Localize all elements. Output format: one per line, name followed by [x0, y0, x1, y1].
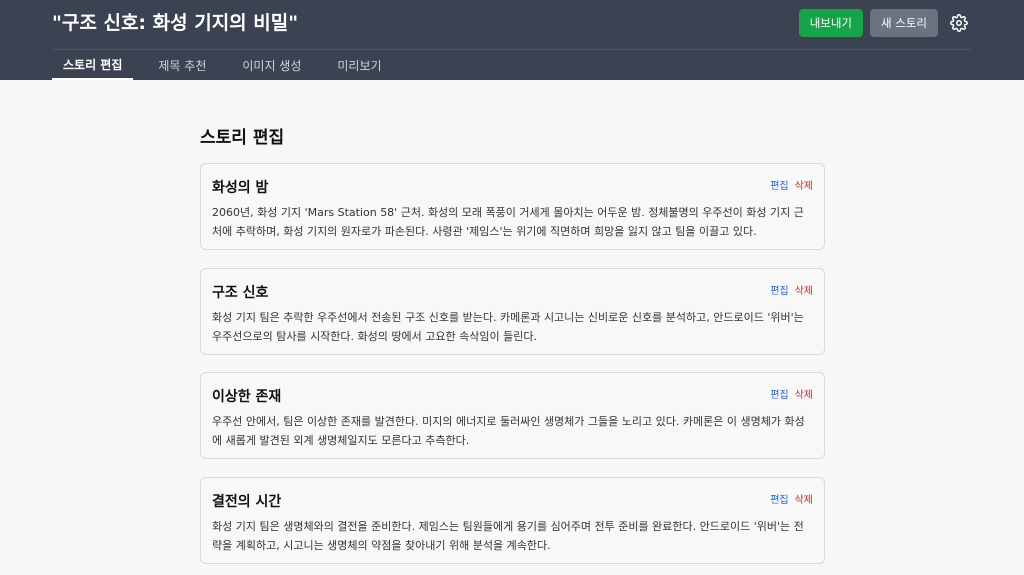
- delete-link[interactable]: 삭제: [795, 491, 813, 506]
- export-button[interactable]: 내보내기: [798, 9, 864, 37]
- tab-title-suggest[interactable]: 제목 추천: [147, 50, 217, 80]
- scene-body: 화성 기지 팀은 추락한 우주선에서 전송된 구조 신호를 받는다. 카메론과 …: [212, 311, 804, 343]
- scene-title: 구조 신호: [212, 285, 269, 301]
- tab-story-edit[interactable]: 스토리 편집: [52, 50, 134, 80]
- gear-icon[interactable]: [950, 14, 968, 32]
- scene-actions: 편집 삭제: [770, 177, 813, 192]
- scene-actions: 편집 삭제: [770, 282, 813, 297]
- edit-link[interactable]: 편집: [770, 177, 788, 192]
- main-content: 스토리 편집 화성의 밤 편집 삭제 2060년, 화성 기지 'Mars St…: [0, 80, 1024, 575]
- scene-card: 화성의 밤 편집 삭제 2060년, 화성 기지 'Mars Station 5…: [200, 163, 825, 250]
- page-title: 스토리 편집: [200, 128, 285, 148]
- delete-link[interactable]: 삭제: [795, 177, 813, 192]
- scene-title: 이상한 존재: [212, 389, 282, 405]
- delete-link[interactable]: 삭제: [795, 282, 813, 297]
- scene-card: 구조 신호 편집 삭제 화성 기지 팀은 추락한 우주선에서 전송된 구조 신호…: [200, 268, 825, 355]
- delete-link[interactable]: 삭제: [795, 386, 813, 401]
- scene-actions: 편집 삭제: [770, 491, 813, 506]
- scene-body: 우주선 안에서, 팀은 이상한 존재를 발견한다. 미지의 에너지로 둘러싸인 …: [212, 415, 805, 447]
- new-story-button[interactable]: 새 스토리: [870, 9, 938, 37]
- scene-card: 이상한 존재 편집 삭제 우주선 안에서, 팀은 이상한 존재를 발견한다. 미…: [200, 372, 825, 459]
- app-header: "구조 신호: 화성 기지의 비밀" 내보내기 새 스토리 스토리 편집 제목 …: [0, 0, 1024, 80]
- scene-card: 결전의 시간 편집 삭제 화성 기지 팀은 생명체와의 결전을 준비한다. 제임…: [200, 477, 825, 564]
- scene-title: 결전의 시간: [212, 494, 282, 510]
- tab-bar: 스토리 편집 제목 추천 이미지 생성 미리보기: [52, 50, 407, 80]
- scene-actions: 편집 삭제: [770, 386, 813, 401]
- edit-link[interactable]: 편집: [770, 386, 788, 401]
- scene-body: 2060년, 화성 기지 'Mars Station 58' 근처. 화성의 모…: [212, 206, 804, 238]
- tab-image-generate[interactable]: 이미지 생성: [231, 50, 312, 80]
- edit-link[interactable]: 편집: [770, 491, 788, 506]
- header-actions: 내보내기 새 스토리: [798, 9, 968, 37]
- tab-preview[interactable]: 미리보기: [326, 50, 392, 80]
- edit-link[interactable]: 편집: [770, 282, 788, 297]
- scene-title: 화성의 밤: [212, 180, 269, 196]
- story-title: "구조 신호: 화성 기지의 비밀": [52, 12, 299, 34]
- scene-body: 화성 기지 팀은 생명체와의 결전을 준비한다. 제임스는 팀원들에게 용기를 …: [212, 520, 804, 552]
